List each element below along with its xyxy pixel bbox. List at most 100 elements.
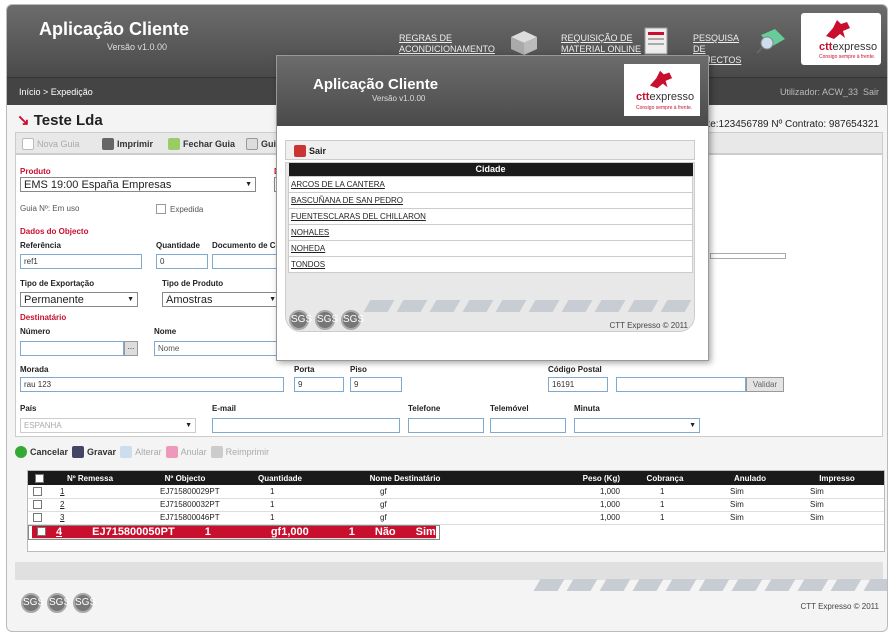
tipo-produto-select[interactable]: Amostras ▼: [162, 292, 280, 307]
alterar-label: Alterar: [135, 447, 162, 457]
col-nome[interactable]: Nome Destinatário: [320, 471, 490, 485]
nome-input[interactable]: Nome: [154, 341, 282, 356]
box-icon[interactable]: [507, 27, 541, 57]
gravar-button[interactable]: Gravar: [72, 444, 116, 460]
brand-expresso: expresso: [832, 41, 878, 53]
city-link[interactable]: NOHEDA: [288, 239, 693, 257]
row-checkbox-cell[interactable]: [28, 511, 50, 525]
morada-input[interactable]: rau 123: [20, 377, 284, 392]
codigo-postal-label: Código Postal: [548, 365, 602, 374]
col-impresso[interactable]: Impresso: [790, 471, 884, 485]
dados-objecto-heading: Dados do Objecto: [20, 227, 89, 236]
cell-0[interactable]: 4: [46, 525, 63, 539]
breadcrumb[interactable]: Início > Expedição: [19, 87, 93, 97]
numero-input[interactable]: [20, 341, 124, 356]
col-quantidade[interactable]: Quantidade: [240, 471, 320, 485]
reimprimir-button[interactable]: Reimprimir: [210, 444, 269, 460]
pais-select[interactable]: ESPANHA ▼: [20, 418, 196, 433]
produto-select[interactable]: EMS 19:00 España Empresas ▼: [20, 177, 256, 192]
form-icon[interactable]: [639, 25, 673, 55]
logout-link[interactable]: Sair: [863, 87, 879, 97]
copyright: CTT Expresso © 2011: [800, 602, 879, 611]
city-link[interactable]: TONDOS: [288, 255, 693, 273]
magnifier-icon[interactable]: [755, 25, 789, 55]
numero-label: Número: [20, 327, 51, 336]
cell-7: Sim: [790, 498, 884, 512]
sgs-badge-icon: SGS: [341, 310, 364, 330]
cell-0[interactable]: 1: [50, 485, 130, 499]
col-cobranca[interactable]: Cobrança: [620, 471, 710, 485]
imprimir-button[interactable]: Imprimir: [102, 136, 153, 152]
ctt-logo: cttexpresso Consigo sempre à frente.: [801, 13, 881, 65]
list-item[interactable]: NOHEDA: [288, 239, 693, 257]
referencia-label: Referência: [20, 241, 61, 250]
table-row[interactable]: 3 EJ715800046PT 1 gf 1,000 1 Sim Sim: [28, 511, 884, 525]
row-checkbox[interactable]: [33, 513, 42, 523]
table-row[interactable]: 2 EJ715800032PT 1 gf 1,000 1 Sim Sim: [28, 498, 884, 512]
anular-button[interactable]: Anular: [165, 444, 207, 460]
select-all-checkbox[interactable]: [34, 473, 44, 483]
telemovel-input[interactable]: [490, 418, 566, 433]
cell-0[interactable]: 2: [50, 498, 130, 512]
action-bar: Cancelar Gravar Alterar Anular Reimprimi…: [15, 442, 883, 462]
cell-0[interactable]: 3: [50, 511, 130, 525]
sgs-badge-icon: SGS: [21, 593, 44, 613]
city-link[interactable]: BASCUÑANA DE SAN PEDRO: [288, 191, 693, 209]
table-row[interactable]: 1 EJ715800029PT 1 gf 1,000 1 Sim Sim: [28, 485, 884, 499]
select-all-cell[interactable]: [28, 471, 50, 485]
exit-icon: [294, 145, 306, 157]
nova-guia-button[interactable]: Nova Guia: [22, 136, 80, 152]
list-item[interactable]: BASCUÑANA DE SAN PEDRO: [288, 191, 693, 209]
referencia-input[interactable]: ref1: [20, 254, 142, 269]
tipo-exportacao-select[interactable]: Permanente ▼: [20, 292, 138, 307]
minuta-select[interactable]: ▼: [574, 418, 700, 433]
row-checkbox-cell[interactable]: [28, 498, 50, 512]
email-input[interactable]: [212, 418, 400, 433]
fechar-guia-button[interactable]: Fechar Guia: [168, 136, 235, 152]
city-link[interactable]: FUENTESCLARAS DEL CHILLARON: [288, 207, 693, 225]
row-checkbox[interactable]: [33, 486, 42, 496]
quantidade-input[interactable]: 0: [156, 254, 208, 269]
list-item[interactable]: FUENTESCLARAS DEL CHILLARON: [288, 207, 693, 225]
piso-input[interactable]: 9: [350, 377, 402, 392]
cell-6: Sim: [710, 498, 790, 512]
list-item[interactable]: NOHALES: [288, 223, 693, 241]
sair-button[interactable]: Sair: [294, 145, 326, 157]
numero-lookup-button[interactable]: ...: [124, 341, 138, 356]
table-row[interactable]: 4 EJ715800050PT 1 gf 1,000 1 Não Sim: [28, 524, 440, 540]
porta-input[interactable]: 9: [294, 377, 344, 392]
link-regras[interactable]: REGRAS DE ACONDICIONAMENTO: [399, 33, 507, 55]
row-checkbox[interactable]: [37, 527, 46, 537]
col-remessa[interactable]: Nº Remessa: [50, 471, 130, 485]
page-title: ↘ Teste Lda: [17, 111, 103, 129]
sgs-badge-icon: SGS: [73, 593, 96, 613]
guia-numero: Guia Nº: Em uso: [20, 204, 80, 213]
col-peso[interactable]: Peso (Kg): [490, 471, 620, 485]
row-checkbox-cell[interactable]: [32, 525, 46, 539]
alterar-button[interactable]: Alterar: [120, 444, 162, 460]
list-item[interactable]: TONDOS: [288, 255, 693, 273]
col-anulado[interactable]: Anulado: [710, 471, 790, 485]
cell-3: gf: [320, 498, 490, 512]
telefone-input[interactable]: [408, 418, 484, 433]
localidade-input[interactable]: [616, 377, 746, 392]
anular-label: Anular: [180, 447, 207, 457]
cancelar-button[interactable]: Cancelar: [15, 444, 68, 460]
documento-input[interactable]: [212, 254, 282, 269]
col-objecto[interactable]: Nº Objecto: [130, 471, 240, 485]
codigo-postal-input[interactable]: 16191: [548, 377, 608, 392]
row-checkbox-cell[interactable]: [28, 485, 50, 499]
col-cidade[interactable]: Cidade: [288, 163, 693, 176]
city-link[interactable]: ARCOS DE LA CANTERA: [288, 175, 693, 193]
list-item[interactable]: ARCOS DE LA CANTERA: [288, 175, 693, 193]
back-arrow-icon: [15, 446, 27, 458]
link-requisicao[interactable]: REQUISIÇÃO DE MATERIAL ONLINE: [561, 33, 641, 55]
row-checkbox[interactable]: [33, 500, 42, 510]
cell-1: EJ715800050PT: [62, 525, 175, 539]
destinatario-heading: Destinatário: [20, 313, 67, 322]
validar-button[interactable]: Validar: [746, 377, 784, 392]
dialog-version: Versão v1.0.00: [372, 94, 426, 103]
expedida-checkbox[interactable]: [156, 204, 166, 214]
city-link[interactable]: NOHALES: [288, 223, 693, 241]
decor-stripes: [533, 579, 887, 591]
